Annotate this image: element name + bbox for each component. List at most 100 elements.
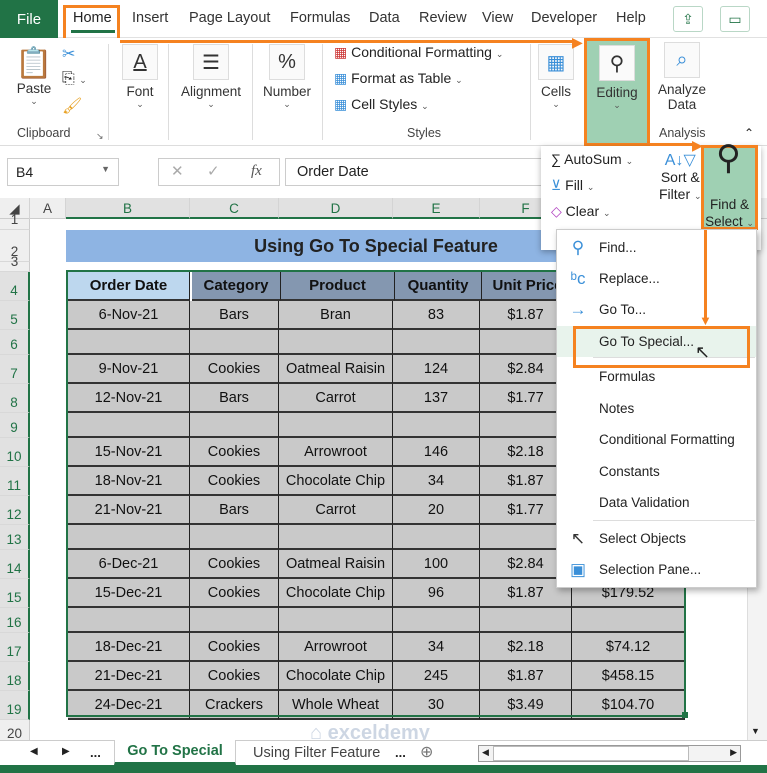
tab-formulas[interactable]: Formulas: [290, 10, 350, 26]
share-icon[interactable]: ⇪: [673, 6, 703, 32]
menu-item-label: Data Validation: [599, 495, 690, 510]
format-as-table-button[interactable]: ▦ Format as Table ⌄: [334, 70, 463, 87]
row-header[interactable]: 18: [0, 662, 30, 691]
menu-item-data-validation[interactable]: Data Validation: [557, 487, 756, 518]
conditional-formatting-label: Conditional Formatting: [351, 44, 492, 60]
row-header[interactable]: 15: [0, 579, 30, 608]
row-header[interactable]: 8: [0, 384, 30, 413]
row-header[interactable]: 6: [0, 330, 30, 355]
formula-input[interactable]: Order Date: [285, 158, 545, 186]
filter-label: Filter: [659, 186, 691, 202]
ribbon: 📋 Paste ⌄ ✂ ⎘ ⌄ 🖌 Clipboard ↘ A Font ⌄ ☰ Ali…: [0, 38, 767, 146]
row-header[interactable]: 4: [0, 272, 30, 301]
insert-function-icon[interactable]: fx: [251, 163, 262, 180]
sheet-tab-go-to-special[interactable]: Go To Special: [114, 740, 236, 765]
go-to-special-highlight: [573, 326, 750, 368]
row-header[interactable]: 11: [0, 467, 30, 496]
scroll-left-icon[interactable]: ◀: [482, 747, 489, 758]
conditional-formatting-button[interactable]: ▦ Conditional Formatting ⌄: [334, 44, 503, 61]
column-header-a[interactable]: A: [30, 198, 66, 219]
tab-view[interactable]: View: [482, 10, 513, 26]
tab-insert[interactable]: Insert: [132, 10, 168, 26]
search-icon: ⚲: [599, 45, 635, 81]
tab-help[interactable]: Help: [616, 10, 646, 26]
fill-handle[interactable]: [682, 712, 688, 718]
cells-button[interactable]: ▦ Cells ⌄: [536, 44, 576, 110]
column-header-b[interactable]: B: [66, 198, 190, 219]
menu-item-notes[interactable]: Notes: [557, 393, 756, 424]
alignment-button[interactable]: ☰ Alignment ⌄: [176, 44, 246, 110]
sort-filter-button[interactable]: A↓▽ Sort & Filter ⌄: [659, 152, 702, 205]
arrowhead-icon: ▼: [699, 313, 712, 328]
menu-item-replace[interactable]: ᵇc Replace...: [557, 263, 756, 294]
fill-button[interactable]: ⊻ Fill ⌄: [551, 177, 594, 194]
paste-label: Paste: [16, 81, 52, 96]
row-header[interactable]: 12: [0, 496, 30, 525]
collapse-ribbon-icon[interactable]: ⌃: [744, 126, 754, 140]
menu-item-select-objects[interactable]: ↖ Select Objects: [557, 523, 756, 554]
annotation-arrow: [650, 143, 695, 146]
row-header[interactable]: 9: [0, 413, 30, 438]
row-header[interactable]: 14: [0, 550, 30, 579]
editing-label: Editing: [596, 85, 638, 100]
scroll-down-icon[interactable]: ▼: [751, 726, 760, 736]
clear-button[interactable]: ◇ Clear ⌄: [551, 203, 611, 220]
menu-item-constants[interactable]: Constants: [557, 456, 756, 487]
tab-page-layout[interactable]: Page Layout: [189, 10, 270, 26]
sheet-tab-using-filter-feature[interactable]: Using Filter Feature: [253, 745, 380, 761]
menu-item-conditional-formatting[interactable]: Conditional Formatting: [557, 424, 756, 455]
menu-item-find[interactable]: ⚲ Find...: [557, 232, 756, 263]
row-header[interactable]: 16: [0, 608, 30, 633]
enter-icon[interactable]: ✓: [207, 162, 220, 180]
menu-item-selection-pane[interactable]: ▣ Selection Pane...: [557, 554, 756, 585]
menu-item-label: Constants: [599, 464, 660, 479]
row-header[interactable]: 1: [0, 212, 30, 230]
number-label: Number: [262, 84, 311, 99]
arrow-right-icon: →: [569, 299, 587, 319]
tab-data[interactable]: Data: [369, 10, 400, 26]
find-select-button[interactable]: ⚲ Find & Select ⌄: [701, 141, 758, 230]
eraser-icon: ◇: [551, 203, 562, 219]
row-header[interactable]: 5: [0, 301, 30, 330]
next-sheet-icon[interactable]: ▶: [62, 746, 70, 757]
row-header[interactable]: 19: [0, 691, 30, 720]
cut-icon[interactable]: ✂: [62, 44, 75, 64]
analyze-data-button[interactable]: ⌕ Analyze Data: [656, 42, 708, 112]
row-header[interactable]: 3: [0, 254, 30, 272]
scroll-thumb[interactable]: [493, 746, 689, 761]
column-header-c[interactable]: C: [190, 198, 279, 219]
name-box[interactable]: B4 ▼: [7, 158, 119, 186]
cancel-icon[interactable]: ✕: [171, 162, 184, 180]
row-header[interactable]: 13: [0, 525, 30, 550]
percent-icon: %: [269, 44, 305, 80]
paste-button[interactable]: 📋 Paste ⌄: [14, 46, 54, 107]
autosum-button[interactable]: ∑ AutoSum ⌄: [551, 151, 633, 167]
more-sheets-right[interactable]: ...: [395, 745, 406, 760]
divider: [108, 44, 109, 140]
tab-review[interactable]: Review: [419, 10, 467, 26]
dialog-launcher-icon[interactable]: ↘: [96, 131, 104, 142]
divider: [252, 44, 253, 140]
horizontal-scrollbar[interactable]: ◀ ▶: [478, 745, 741, 762]
annotation-arrow: [704, 230, 707, 318]
file-tab[interactable]: File: [0, 0, 58, 38]
menu-item-go-to[interactable]: → Go To...: [557, 294, 756, 325]
row-header[interactable]: 17: [0, 633, 30, 662]
font-button[interactable]: A Font ⌄: [118, 44, 162, 110]
comments-icon[interactable]: ▭: [720, 6, 750, 32]
copy-icon[interactable]: ⎘ ⌄: [62, 70, 87, 88]
tab-developer[interactable]: Developer: [531, 10, 597, 26]
number-button[interactable]: % Number ⌄: [258, 44, 316, 110]
cell-styles-button[interactable]: ▦ Cell Styles ⌄: [334, 96, 429, 113]
menu-item-label: Selection Pane...: [599, 562, 702, 577]
format-painter-icon[interactable]: 🖌: [62, 96, 82, 116]
add-sheet-icon[interactable]: ⊕: [420, 742, 433, 762]
column-header-e[interactable]: E: [393, 198, 480, 219]
prev-sheet-icon[interactable]: ◀: [30, 746, 38, 757]
row-header[interactable]: 10: [0, 438, 30, 467]
more-sheets-left[interactable]: ...: [90, 745, 101, 760]
scroll-right-icon[interactable]: ▶: [730, 747, 737, 758]
row-header[interactable]: 7: [0, 355, 30, 384]
editing-button[interactable]: ⚲ Editing ⌄: [584, 38, 650, 146]
column-header-d[interactable]: D: [279, 198, 393, 219]
